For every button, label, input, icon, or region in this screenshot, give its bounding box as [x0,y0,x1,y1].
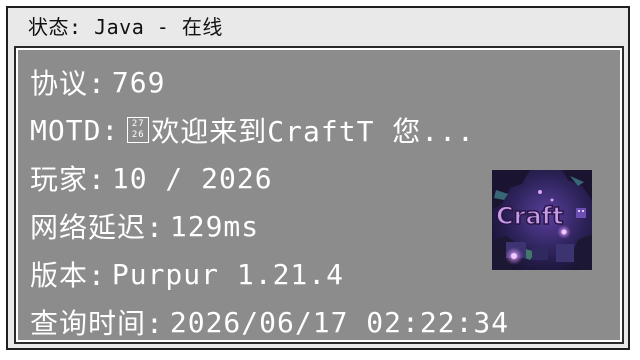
version-value: Purpur 1.21.4 [111,257,345,291]
latency-label: 网络延迟: [30,211,164,244]
protocol-label: 协议: [30,67,106,100]
title-bar: 状态: Java - 在线 [8,8,632,42]
motd-label: MOTD: [30,113,120,147]
motd-value: 欢迎来到CraftT 您... [151,115,475,148]
protocol-value: 769 [111,65,166,99]
version-label: 版本: [30,259,106,292]
latency-value: 129ms [169,209,260,243]
server-info-panel: 协议: 769 MOTD: 27 26 欢迎来到CraftT 您... 玩家: 1… [14,46,624,344]
query-time-value: 2026/06/17 02:22:34 [169,305,510,339]
row-protocol: 协议: 769 [30,58,620,106]
query-time-label: 查询时间: [30,307,164,340]
row-query-time: 查询时间: 2026/06/17 02:22:34 [30,298,620,346]
server-icon: Craft [492,170,592,270]
row-motd: MOTD: 27 26 欢迎来到CraftT 您... [30,106,620,154]
server-logo-text: Craft [496,202,564,230]
title-text: 状态: Java - 在线 [28,14,223,39]
server-logo-art: Craft [492,170,592,270]
glyph-bottom-digits: 26 [131,130,145,140]
unknown-glyph-icon: 27 26 [127,117,150,143]
players-value: 10 / 2026 [111,161,273,195]
players-label: 玩家: [30,163,106,196]
glyph-top-digits: 27 [131,119,145,129]
